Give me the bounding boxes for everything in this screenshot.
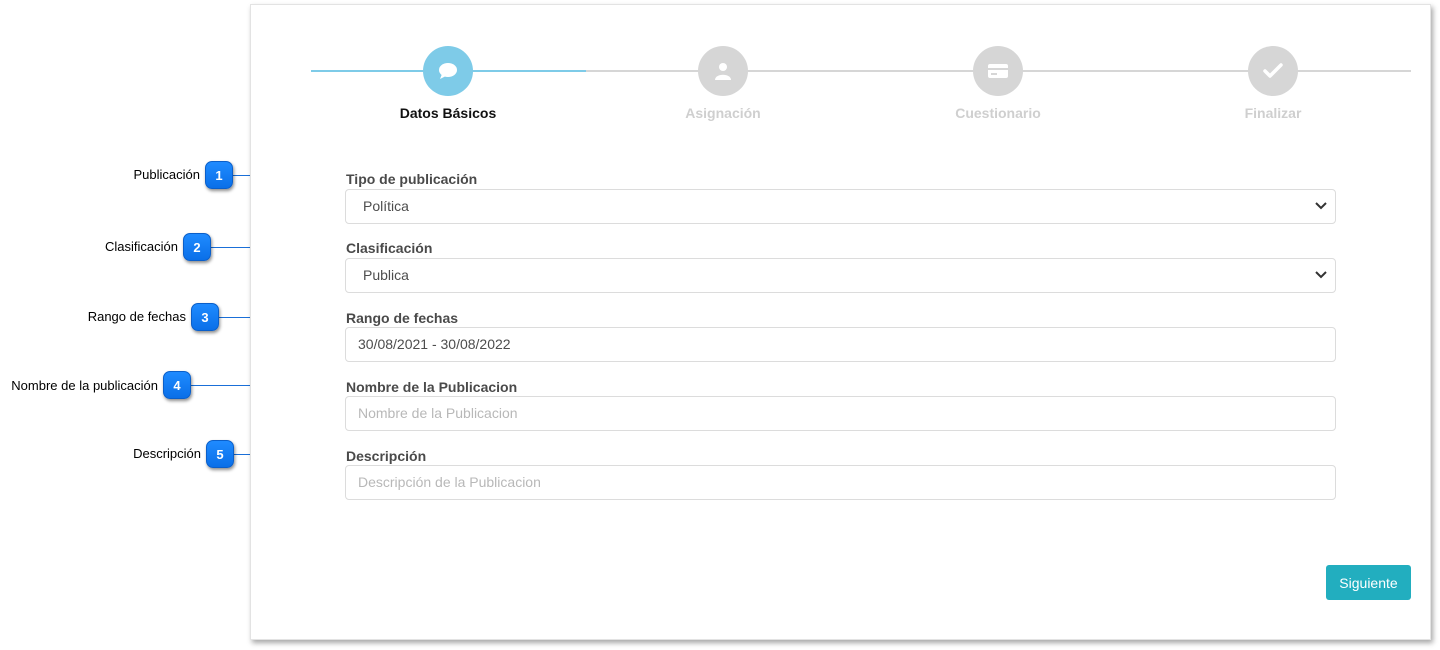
callout-badge: 2 [183, 233, 211, 261]
step-label-finalizar: Finalizar [1244, 105, 1302, 121]
nombre-publicacion-label: Nombre de la Publicacion [346, 379, 518, 395]
credit-card-icon [988, 64, 1008, 78]
clasificacion-value: Publica [363, 267, 409, 283]
check-icon [1263, 63, 1283, 78]
step-cuestionario[interactable] [973, 46, 1023, 96]
descripcion-input[interactable]: Descripción de la Publicacion [345, 465, 1336, 500]
callout-badge: 4 [163, 371, 191, 399]
callout-text: Nombre de la publicación [11, 378, 158, 393]
clasificacion-select[interactable]: Publica [345, 258, 1336, 293]
user-icon [715, 63, 731, 80]
rango-fechas-label: Rango de fechas [346, 310, 459, 326]
rango-fechas-input[interactable]: 30/08/2021 - 30/08/2022 [345, 327, 1336, 362]
descripcion-label: Descripción [346, 448, 427, 464]
chevron-down-icon [1315, 271, 1327, 279]
step-datos-basicos[interactable] [423, 46, 473, 96]
callout-text: Rango de fechas [87, 309, 186, 324]
step-label-cuestionario: Cuestionario [955, 105, 1041, 121]
callout-badge: 3 [191, 303, 219, 331]
tipo-publicacion-value: Política [363, 198, 409, 214]
step-label-datos-basicos: Datos Básicos [399, 105, 497, 121]
chevron-down-icon [1315, 202, 1327, 210]
callout-text: Publicación [133, 167, 201, 182]
tipo-publicacion-select[interactable]: Política [345, 189, 1336, 224]
callout-text: Clasificación [105, 239, 178, 254]
callout-badge: 1 [205, 161, 233, 189]
step-asignacion[interactable] [698, 46, 748, 96]
step-finalizar[interactable] [1248, 46, 1298, 96]
callout-badge: 5 [206, 440, 234, 468]
chat-bubble-icon [439, 63, 457, 79]
step-label-asignacion: Asignación [685, 105, 761, 121]
siguiente-button[interactable]: Siguiente [1326, 565, 1411, 600]
callout-text: Descripción [133, 446, 201, 461]
tipo-publicacion-label: Tipo de publicación [346, 171, 478, 187]
clasificacion-label: Clasificación [346, 240, 433, 256]
nombre-publicacion-input[interactable]: Nombre de la Publicacion [345, 396, 1336, 431]
form-card: Datos Básicos Asignación Cuestionario Fi… [250, 4, 1431, 640]
